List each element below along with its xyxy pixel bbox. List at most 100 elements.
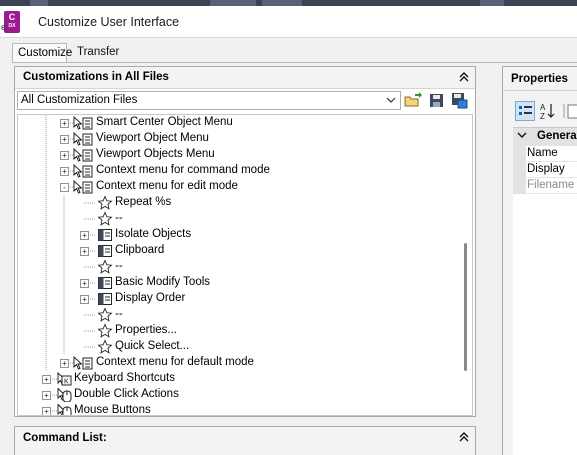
- command-list-title: Command List:: [23, 432, 107, 444]
- tree-item[interactable]: --: [18, 259, 458, 275]
- tree-item-label: Basic Modify Tools: [115, 276, 211, 288]
- tab-divider: [12, 62, 577, 63]
- star-icon: [97, 339, 113, 355]
- expand-toggle-icon[interactable]: +: [42, 375, 51, 384]
- double-chevron-up-icon[interactable]: [458, 431, 470, 444]
- tree-connector: [45, 131, 76, 147]
- tree-item-label: Context menu for default mode: [96, 356, 254, 368]
- customizations-panel: Customizations in All Files All Customiz…: [14, 66, 476, 417]
- tree-item-label: Properties...: [115, 324, 177, 336]
- tree-connector: [45, 339, 96, 355]
- expand-toggle-icon[interactable]: +: [60, 151, 69, 160]
- expand-toggle-icon[interactable]: +: [60, 359, 69, 368]
- command-list-panel: Command List:: [14, 426, 476, 455]
- double-chevron-up-icon[interactable]: [458, 71, 470, 84]
- property-row-gutter: [513, 178, 526, 194]
- context-menu-icon: [72, 163, 94, 178]
- tab-transfer[interactable]: Transfer: [72, 43, 120, 63]
- property-label-filename: Filename: [527, 179, 575, 191]
- tree-item-label: --: [115, 308, 123, 320]
- side-letter: e: [1, 22, 7, 32]
- tree-item[interactable]: + Display Order: [18, 291, 458, 307]
- mouse-icon: [56, 387, 72, 403]
- expand-toggle-icon[interactable]: +: [80, 231, 89, 240]
- tree-item-label: Isolate Objects: [115, 228, 192, 240]
- star-icon: [97, 259, 113, 275]
- expand-toggle-icon[interactable]: +: [80, 247, 89, 256]
- tree-item[interactable]: + Viewport Objects Menu: [18, 147, 458, 163]
- categorized-view-icon[interactable]: [515, 101, 535, 121]
- expand-toggle-icon[interactable]: +: [60, 135, 69, 144]
- tree-item-label: --: [115, 212, 123, 224]
- tree-item[interactable]: + Isolate Objects: [18, 227, 458, 243]
- property-row-name[interactable]: Name: [513, 146, 577, 162]
- tree-item-label: Display Order: [115, 292, 186, 304]
- expand-toggle-icon[interactable]: +: [80, 295, 89, 304]
- property-label-name: Name: [527, 147, 558, 159]
- star-icon: [97, 307, 113, 323]
- tree-item[interactable]: Properties...: [18, 323, 458, 339]
- tree-item[interactable]: Repeat %s: [18, 195, 458, 211]
- expand-toggle-icon[interactable]: +: [80, 279, 89, 288]
- tree-scrollbar[interactable]: [458, 115, 472, 415]
- tree-item[interactable]: + Context menu for default mode: [18, 355, 458, 371]
- property-row-filename[interactable]: Filename: [513, 178, 577, 194]
- property-pages-icon[interactable]: [563, 101, 577, 121]
- save-as-icon[interactable]: [450, 92, 468, 109]
- tree-item-label: Double Click Actions: [74, 388, 179, 400]
- tree-item[interactable]: - Context menu for edit mode: [18, 179, 458, 195]
- submenu-icon: [97, 292, 113, 306]
- tree-item[interactable]: + K Keyboard Shortcuts: [18, 371, 458, 387]
- expand-toggle-icon[interactable]: +: [42, 391, 51, 400]
- tree-item-label: Viewport Object Menu: [96, 132, 209, 144]
- tree-item[interactable]: --: [18, 307, 458, 323]
- tab-customize[interactable]: Customize: [12, 43, 72, 63]
- property-category-label: General: [537, 130, 577, 142]
- svg-text:Z: Z: [540, 112, 545, 121]
- tree-item[interactable]: + Double Click Actions: [18, 387, 458, 403]
- property-category-general[interactable]: General: [513, 128, 577, 146]
- tree-connector: [45, 323, 96, 339]
- property-row-gutter: [513, 162, 526, 178]
- tree-item-label: Mouse Buttons: [74, 404, 151, 416]
- collapse-toggle-icon[interactable]: -: [60, 183, 69, 192]
- customizations-tree[interactable]: + Smart Center Object Menu + Viewport Objec…: [17, 114, 473, 416]
- keyboard-shortcut-icon: K: [56, 371, 72, 386]
- tree-connector: [45, 163, 76, 179]
- title-bar[interactable]: C DX Customize User Interface: [0, 6, 577, 38]
- app-icon: C DX: [4, 11, 20, 33]
- tree-connector: [45, 179, 76, 195]
- expand-toggle-icon[interactable]: +: [60, 119, 69, 128]
- tree-item[interactable]: + Clipboard: [18, 243, 458, 259]
- properties-title: Properties: [511, 73, 568, 85]
- window-title: Customize User Interface: [38, 15, 180, 29]
- mouse-icon: [56, 403, 72, 415]
- tree-item-label: Keyboard Shortcuts: [74, 372, 176, 384]
- properties-header: Properties: [503, 67, 577, 91]
- tree-scrollbar-thumb[interactable]: [464, 243, 467, 371]
- tree-item[interactable]: + Mouse Buttons: [18, 403, 458, 416]
- tree-item[interactable]: + Viewport Object Menu: [18, 131, 458, 147]
- tree-item-label: --: [115, 260, 123, 272]
- sort-alphabetical-icon[interactable]: AZ: [539, 101, 557, 121]
- property-row-display[interactable]: Display: [513, 162, 577, 178]
- tree-connector: [45, 307, 96, 323]
- submenu-icon: [97, 228, 113, 242]
- tree-item[interactable]: + Smart Center Object Menu: [18, 115, 458, 131]
- tree-item[interactable]: --: [18, 211, 458, 227]
- customization-files-dropdown[interactable]: All Customization Files: [17, 91, 401, 110]
- expand-toggle-icon[interactable]: +: [60, 167, 69, 176]
- save-icon[interactable]: [428, 92, 446, 109]
- open-folder-icon[interactable]: [404, 92, 422, 109]
- tree-item[interactable]: Quick Select...: [18, 339, 458, 355]
- tree-connector: [45, 115, 76, 131]
- tree-item[interactable]: + Context menu for command mode: [18, 163, 458, 179]
- tree-connector: [45, 355, 76, 371]
- expand-toggle-icon[interactable]: +: [42, 407, 51, 415]
- svg-text:A: A: [540, 103, 546, 112]
- tree-item-label: Quick Select...: [115, 340, 190, 352]
- customizations-panel-title: Customizations in All Files: [23, 71, 169, 83]
- customizations-panel-header: Customizations in All Files: [15, 67, 475, 89]
- chevron-down-icon[interactable]: [517, 130, 527, 143]
- tree-item[interactable]: + Basic Modify Tools: [18, 275, 458, 291]
